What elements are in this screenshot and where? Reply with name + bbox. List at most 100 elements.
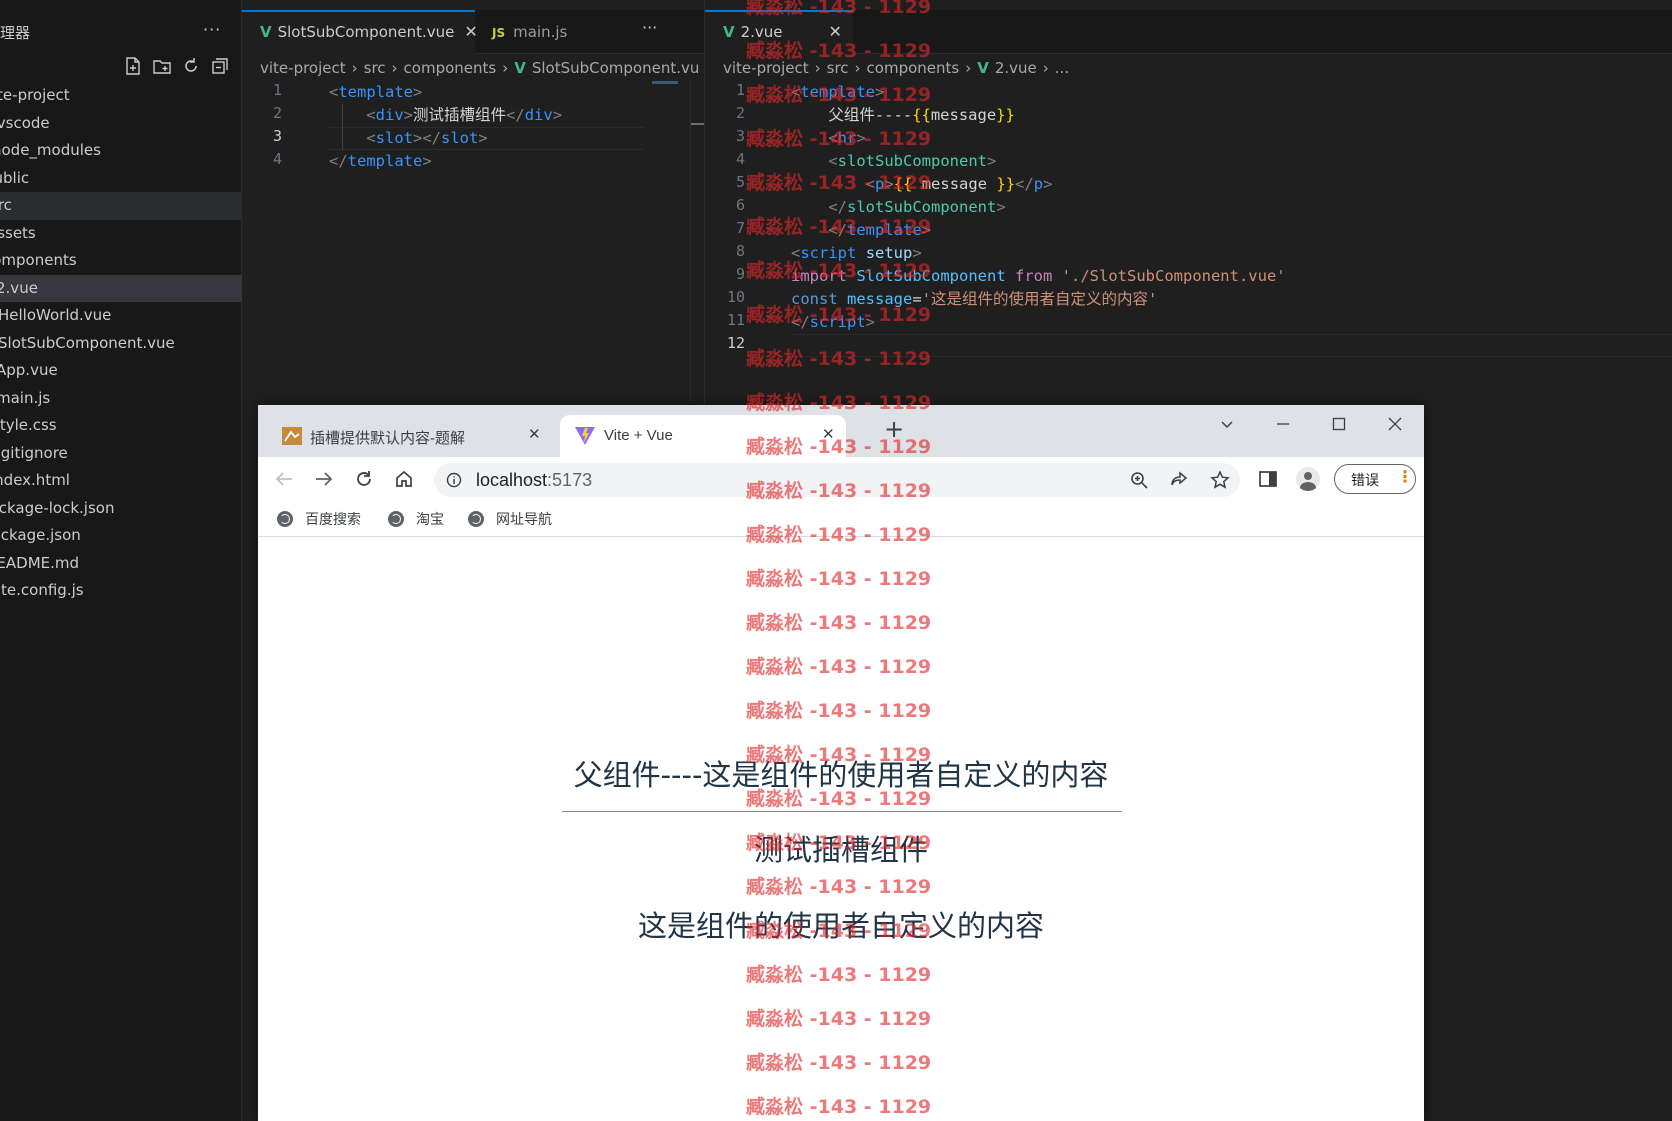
tree-item-label: README.md — [0, 553, 80, 572]
breadcrumb-item[interactable]: ... — [1055, 59, 1069, 77]
tab-search-icon[interactable] — [1220, 417, 1234, 431]
close-window-icon[interactable] — [1388, 417, 1402, 431]
tree-item-label: HelloWorld.vue — [0, 306, 112, 324]
bookmark-item[interactable]: 淘宝 — [388, 509, 444, 529]
more-actions-icon[interactable]: ··· — [203, 20, 221, 39]
browser-tab-1[interactable]: 插槽提供默认内容-题解 ✕ — [266, 415, 556, 457]
line-number: 1 — [272, 81, 282, 99]
home-icon[interactable] — [394, 469, 414, 489]
breadcrumb-item[interactable]: components — [867, 59, 960, 77]
line-number: 5 — [735, 173, 745, 191]
back-icon[interactable] — [274, 470, 294, 488]
address-bar[interactable]: localhost:5173 — [434, 463, 1240, 497]
bookmark-item[interactable]: 网址导航 — [468, 509, 552, 529]
tree-item[interactable]: vite-project — [0, 82, 242, 110]
close-tab-icon[interactable]: ✕ — [528, 425, 541, 443]
browser-toolbar: localhost:5173 错误 ⋮ — [258, 457, 1424, 501]
bookmark-item[interactable]: 百度搜索 — [277, 509, 361, 529]
line-number: 10 — [726, 288, 745, 306]
tab-label: SlotSubComponent.vue — [277, 23, 455, 41]
tree-item[interactable]: style.css — [0, 412, 242, 440]
bookmark-label: 淘宝 — [416, 511, 444, 527]
breadcrumb-item[interactable]: src — [827, 59, 849, 77]
breadcrumb-item[interactable]: components — [404, 59, 497, 77]
close-icon[interactable]: ✕ — [829, 22, 842, 41]
tab-label: 2.vue — [740, 23, 783, 41]
tree-item-label: index.html — [0, 471, 70, 489]
tab-2-vue[interactable]: V 2.vue ✕ — [705, 10, 853, 54]
new-file-icon[interactable] — [123, 56, 143, 76]
zoom-icon[interactable] — [1130, 471, 1148, 489]
tree-item-label: node_modules — [0, 141, 101, 159]
tree-item[interactable]: node_modules — [0, 137, 242, 165]
collapse-all-icon[interactable] — [210, 56, 230, 76]
tab-main-js[interactable]: JS main.js — [476, 10, 626, 54]
tree-item[interactable]: SlotSubComponent.vue — [0, 330, 242, 358]
new-tab-button[interactable]: + — [884, 415, 904, 443]
side-panel-icon[interactable] — [1258, 469, 1278, 489]
browser-tab-2[interactable]: Vite + Vue ✕ — [560, 415, 846, 457]
tree-item[interactable]: README.md — [0, 550, 242, 578]
tree-item[interactable]: App.vue — [0, 357, 242, 385]
tree-item-label: components — [0, 251, 77, 269]
breadcrumb-item[interactable]: 2.vue — [995, 59, 1037, 77]
browser-tab-title: Vite + Vue — [604, 427, 673, 444]
minimap[interactable] — [652, 81, 678, 84]
close-tab-icon[interactable]: ✕ — [822, 425, 835, 443]
browser-tab-title: 插槽提供默认内容-题解 — [310, 430, 465, 447]
tree-item[interactable]: components — [0, 247, 242, 275]
tree-item-label: App.vue — [0, 361, 58, 379]
tree-item[interactable]: main.js — [0, 385, 242, 413]
tree-item[interactable]: HelloWorld.vue — [0, 302, 242, 330]
browser-titlebar: 插槽提供默认内容-题解 ✕ Vite + Vue ✕ + — [258, 405, 1424, 457]
tree-item[interactable]: src — [0, 192, 242, 220]
tree-item[interactable]: .vscode — [0, 110, 242, 138]
breadcrumb-item[interactable]: SlotSubComponent.vu — [532, 59, 700, 77]
breadcrumb-item[interactable]: vite-project — [260, 59, 346, 77]
kebab-menu-icon[interactable]: ⋮ — [1397, 467, 1413, 486]
bookmark-label: 百度搜索 — [305, 511, 361, 527]
error-button[interactable]: 错误 ⋮ — [1334, 464, 1416, 494]
tree-item[interactable]: vite.config.js — [0, 577, 242, 605]
editor-more-actions-icon[interactable]: ··· — [642, 18, 657, 37]
scrollbar[interactable] — [690, 81, 705, 401]
js-icon: JS — [492, 26, 506, 40]
vue-icon: V — [260, 23, 272, 41]
site-info-icon[interactable] — [446, 472, 462, 488]
share-icon[interactable] — [1170, 471, 1188, 489]
reload-icon[interactable] — [354, 469, 374, 489]
maximize-icon[interactable] — [1332, 417, 1346, 431]
tree-item[interactable]: index.html — [0, 467, 242, 495]
tab-slotsubcomponent[interactable]: V SlotSubComponent.vue ✕ — [242, 10, 478, 54]
breadcrumb-item[interactable]: src — [364, 59, 386, 77]
breadcrumb-item[interactable]: vite-project — [723, 59, 809, 77]
minimize-icon[interactable] — [1276, 417, 1290, 431]
globe-icon — [468, 511, 484, 527]
refresh-icon[interactable] — [181, 56, 201, 76]
bookmarks-bar: 百度搜索 淘宝 网址导航 — [258, 501, 1424, 537]
bookmark-label: 网址导航 — [496, 511, 552, 527]
tree-item-label: package-lock.json — [0, 498, 115, 517]
vite-icon — [575, 427, 595, 445]
tree-item[interactable]: .gitignore — [0, 440, 242, 468]
profile-avatar[interactable] — [1296, 467, 1320, 491]
page-viewport: 父组件----这是组件的使用者自定义的内容 测试插槽组件 这是组件的使用者自定义… — [258, 537, 1424, 1121]
tab-label: main.js — [513, 23, 568, 41]
error-button-label: 错误 — [1351, 472, 1379, 488]
tab-bar: V SlotSubComponent.vue ✕ JS main.js ··· — [242, 10, 704, 54]
tree-item-label: src — [0, 196, 12, 214]
new-folder-icon[interactable] — [152, 56, 172, 76]
tree-item[interactable]: 2.vue — [0, 274, 242, 302]
code-string: './SlotSubComponent.vue' — [1061, 267, 1286, 285]
line-number: 6 — [735, 196, 745, 214]
file-tree: vite-project .vscode node_modulespublic src… — [0, 82, 242, 605]
forward-icon[interactable] — [314, 470, 334, 488]
code-string: '这是组件的使用者自定义的内容' — [921, 290, 1158, 308]
tree-item[interactable]: package-lock.json — [0, 495, 242, 523]
tree-item-label: assets — [0, 223, 36, 242]
globe-icon — [388, 511, 404, 527]
tree-item[interactable]: assets — [0, 220, 242, 248]
tree-item[interactable]: package.json — [0, 522, 242, 550]
tree-item[interactable]: public — [0, 165, 242, 193]
bookmark-star-icon[interactable] — [1210, 470, 1230, 490]
